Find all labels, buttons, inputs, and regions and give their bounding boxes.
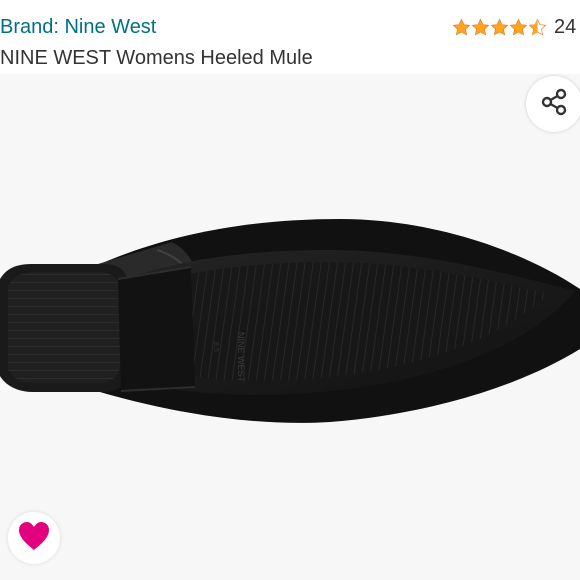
star-icon [490,18,509,37]
rating-summary[interactable]: 24 [452,14,576,40]
product-image-gallery[interactable]: NINE WEST 8.5 [0,74,580,580]
share-icon [537,85,571,124]
product-image: NINE WEST 8.5 [0,74,580,580]
product-detail-screen: Brand: Nine West NINE WEST Womens Heeled… [0,0,580,580]
review-count: 24 [554,16,577,38]
half-star-icon [528,18,547,37]
star-icon [509,18,528,37]
star-icon [452,18,471,37]
svg-text:NINE WEST: NINE WEST [236,332,246,383]
star-rating [452,18,547,37]
share-button[interactable] [526,76,580,132]
svg-text:8.5: 8.5 [212,342,219,352]
like-button[interactable] [8,512,60,564]
star-icon [471,18,490,37]
product-title: NINE WEST Womens Heeled Mule [0,47,313,69]
brand-link[interactable]: Brand: Nine West [0,14,156,40]
product-header: Brand: Nine West NINE WEST Womens Heeled… [0,0,580,74]
heart-icon [16,520,52,557]
